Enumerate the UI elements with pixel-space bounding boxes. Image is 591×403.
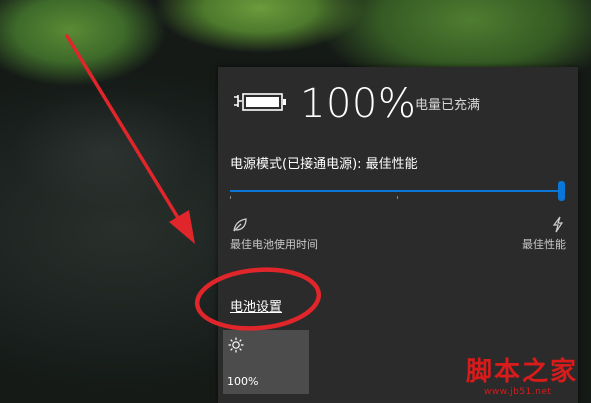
battery-full-charging-icon bbox=[234, 93, 286, 111]
slider-thumb[interactable] bbox=[558, 181, 565, 201]
slider-track bbox=[230, 190, 560, 192]
leaf-icon bbox=[233, 218, 247, 232]
watermark-url: www.jb51.net bbox=[484, 387, 552, 397]
power-mode-label: 电源模式(已接通电源): 最佳性能 bbox=[230, 157, 418, 172]
battery-flyout: 100% 电量已充满 电源模式(已接通电源): 最佳性能 最佳电池使用时间 最佳… bbox=[218, 67, 578, 403]
battery-settings-link[interactable]: 电池设置 bbox=[230, 296, 282, 315]
brightness-label: 100% bbox=[227, 375, 259, 388]
lake-reflection bbox=[10, 90, 200, 210]
battery-percent: 100% bbox=[300, 81, 417, 127]
power-mode-slider[interactable] bbox=[230, 181, 568, 201]
sun-icon bbox=[228, 337, 244, 353]
lightning-bolt-icon bbox=[552, 216, 564, 233]
best-performance-caption: 最佳性能 bbox=[522, 238, 566, 251]
slider-tick bbox=[397, 196, 398, 199]
watermark-logo: 脚本之家 bbox=[466, 357, 579, 387]
brightness-quick-action[interactable]: 100% bbox=[223, 330, 309, 394]
best-battery-life-caption: 最佳电池使用时间 bbox=[230, 238, 318, 251]
slider-tick bbox=[230, 196, 231, 199]
battery-status: 电量已充满 bbox=[415, 98, 481, 113]
